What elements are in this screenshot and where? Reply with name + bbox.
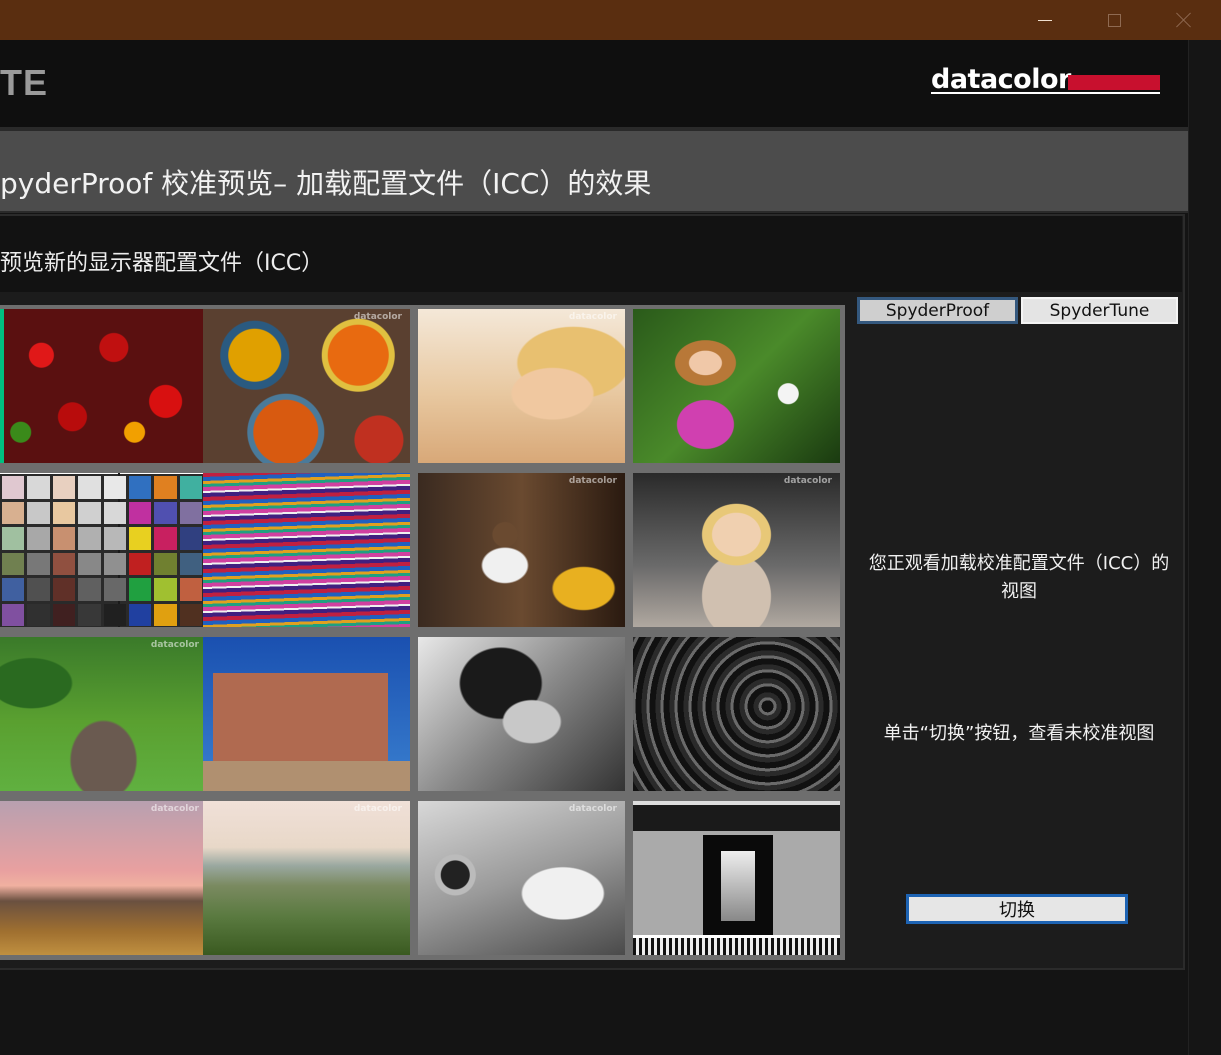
window-titlebar [0, 0, 1221, 40]
datacolor-logo: datacolor [931, 64, 1071, 95]
logo-underline [931, 92, 1160, 94]
toggle-button[interactable]: 切换 [906, 894, 1128, 924]
scrollbar-track[interactable] [1188, 40, 1221, 1055]
thumb-bw-portrait[interactable] [418, 637, 625, 791]
app-name: TE [0, 62, 49, 103]
thumbnail-grid: datacolor datacolor datacolor datacolor … [0, 305, 845, 960]
thumb-chili-peppers[interactable] [0, 309, 207, 463]
thumb-tuscan-landscape[interactable]: datacolor [203, 801, 410, 955]
thumb-blonde-woman[interactable]: datacolor [418, 309, 625, 463]
logo-red-bar [1068, 75, 1160, 90]
maximize-icon[interactable] [1091, 0, 1137, 40]
thumb-spiral-staircase[interactable] [633, 637, 840, 791]
tab-spydertune[interactable]: SpyderTune [1021, 297, 1178, 324]
minimize-icon[interactable] [1022, 0, 1068, 40]
thumb-bw-test-collage[interactable] [633, 801, 840, 955]
calibrated-view-message: 您正观看加载校准配置文件（ICC）的视图 [868, 553, 1170, 602]
thumb-adobe-church[interactable] [203, 637, 410, 791]
thumb-bw-scooter[interactable]: datacolor [418, 801, 625, 955]
thumb-color-checker[interactable] [0, 473, 207, 627]
close-icon[interactable] [1161, 0, 1207, 40]
thumb-marilyn-window[interactable]: datacolor [633, 473, 840, 627]
page-title: pyderProof 校准预览– 加载配置文件（ICC）的效果 [0, 167, 652, 200]
thumb-girl-with-flowers[interactable] [633, 309, 840, 463]
thumb-painted-plates[interactable]: datacolor [203, 309, 410, 463]
thumb-sunset-hills[interactable]: datacolor [0, 801, 207, 955]
panel-subtitle: 预览新的显示器配置文件（ICC） [0, 251, 324, 276]
toggle-instruction: 单击“切换”按钮，查看未校准视图 [883, 723, 1155, 744]
thumb-striped-fabric[interactable] [203, 473, 410, 627]
collage-church-shape [721, 851, 755, 921]
footer-bar [0, 972, 1188, 1055]
thumb-guitar-player[interactable]: datacolor [418, 473, 625, 627]
thumb-garden-urn[interactable]: datacolor [0, 637, 207, 791]
tab-spyderproof[interactable]: SpyderProof [857, 297, 1018, 324]
